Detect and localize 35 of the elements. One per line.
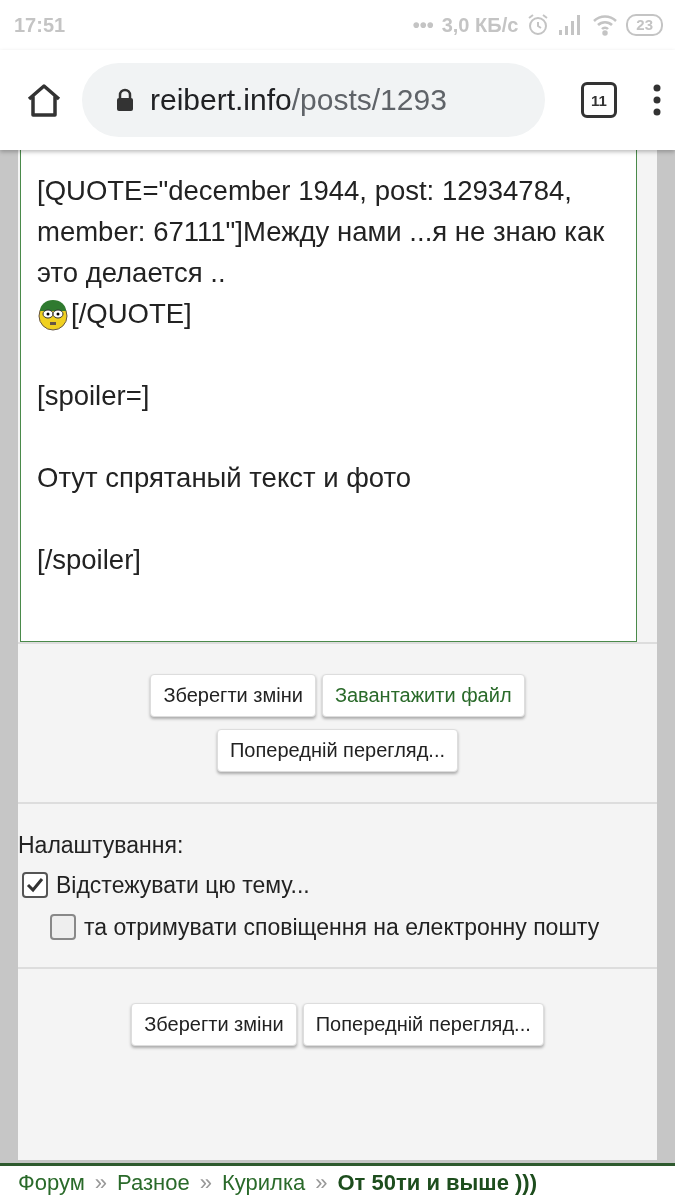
address-bar[interactable]: reibert.info/posts/1293 xyxy=(82,63,545,137)
action-button[interactable]: Зберегти зміни xyxy=(150,674,316,717)
editor-line: [/spoiler] xyxy=(37,543,142,577)
clock: 17:51 xyxy=(14,13,66,37)
checkbox[interactable] xyxy=(22,872,48,898)
more-dots: ••• xyxy=(412,13,434,37)
breadcrumb-link[interactable]: От 50ти и выше ))) xyxy=(337,1170,537,1196)
breadcrumb-link[interactable]: Разное xyxy=(117,1170,190,1196)
upload-file-button[interactable]: Завантажити файл xyxy=(321,674,525,717)
editor-line: [QUOTE="december 1944, post: 12934784, member: 67111"]Между нами ...я не знаю как это делается .. xyxy=(37,174,606,290)
checkbox-label: та отримувати сповіщення на електронну пошту xyxy=(84,913,600,942)
breadcrumb-separator: » xyxy=(94,1170,108,1196)
lock-icon xyxy=(116,88,134,112)
breadcrumb-link[interactable]: Курилка xyxy=(221,1170,306,1196)
network-speed: 3,0 КБ/с xyxy=(441,13,519,37)
breadcrumb-separator: » xyxy=(315,1170,328,1196)
editor-line: Отут спрятаный текст и фото xyxy=(37,461,413,495)
action-button[interactable]: Зберегти зміни xyxy=(131,1003,297,1046)
action-button[interactable]: Попередній перегляд... xyxy=(216,729,458,772)
home-icon[interactable] xyxy=(26,83,62,117)
editor-line: [/QUOTE] xyxy=(71,297,192,331)
url-text: reibert.info/posts/1293 xyxy=(150,83,447,117)
breadcrumb-separator: » xyxy=(199,1170,212,1196)
editor-line: [spoiler=] xyxy=(37,379,151,413)
settings-label: Налаштування: xyxy=(18,832,185,859)
action-button[interactable]: Попередній перегляд... xyxy=(302,1003,544,1046)
message-editor[interactable]: [QUOTE="december 1944, post: 12934784, member: 67111"]Между нами ...я не знаю как это делается .. [/QUOTE] [spoiler=] Отут спрятаный текст и фото [/spoiler] xyxy=(20,150,637,642)
menu-icon[interactable] xyxy=(653,84,661,116)
checkbox-label: Відстежувати цю тему... xyxy=(56,871,310,900)
checkbox[interactable] xyxy=(50,914,76,940)
breadcrumb-link[interactable]: Форум xyxy=(18,1170,85,1196)
check-icon xyxy=(26,876,44,894)
wifi-icon xyxy=(592,14,619,36)
tab-count-button[interactable]: 11 xyxy=(581,82,617,118)
battery-indicator: 23 xyxy=(626,14,663,36)
